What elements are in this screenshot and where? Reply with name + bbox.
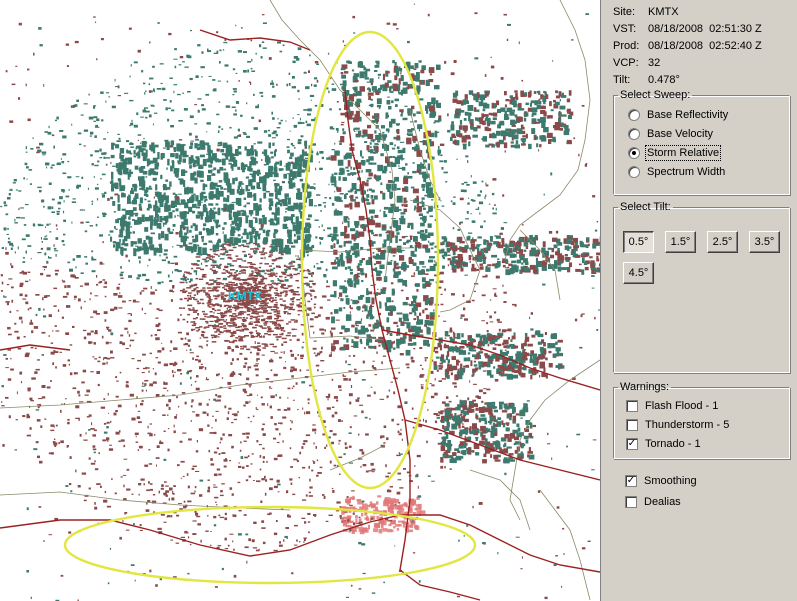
sweep-group-title: Select Sweep: xyxy=(620,89,691,101)
radio-base-velocity[interactable]: Base Velocity xyxy=(628,124,789,143)
info-value: 08/18/2008 02:52:40 Z xyxy=(648,39,762,52)
tilt-button-3-5[interactable]: 3.5° xyxy=(749,231,780,253)
radar-viewer-window: KMTX Site: KMTX VST: 08/18/2008 02:51:30… xyxy=(0,0,797,601)
radar-map[interactable]: KMTX xyxy=(0,0,600,601)
checkbox-label: Dealias xyxy=(644,495,681,508)
checkbox-label: Smoothing xyxy=(644,474,697,487)
tilt-button-4-5[interactable]: 4.5° xyxy=(623,262,654,284)
radio-button[interactable] xyxy=(628,146,640,159)
dealias-toggle[interactable]: Dealias xyxy=(625,492,681,511)
radio-button[interactable] xyxy=(628,165,640,178)
info-value: 08/18/2008 02:51:30 Z xyxy=(648,22,762,35)
tilt-button-0-5[interactable]: 0.5° xyxy=(623,231,654,253)
radio-label: Spectrum Width xyxy=(647,165,726,178)
info-vst: VST: 08/18/2008 02:51:30 Z xyxy=(613,20,793,37)
velocity-returns xyxy=(0,3,600,601)
product-info: Site: KMTX VST: 08/18/2008 02:51:30 Z Pr… xyxy=(613,3,793,88)
info-value: 32 xyxy=(648,56,661,69)
checkbox-label: Tornado - 1 xyxy=(645,437,701,450)
radio-base-reflectivity[interactable]: Base Reflectivity xyxy=(628,105,789,124)
checkbox[interactable] xyxy=(625,495,637,508)
radio-dot xyxy=(632,150,636,155)
sweep-group: Select Sweep: Base Reflectivity Base Vel… xyxy=(613,89,790,195)
info-label: VCP: xyxy=(613,56,639,69)
warning-tornado[interactable]: ✓ Tornado - 1 xyxy=(626,434,789,453)
warnings-group: Warnings: Flash Flood - 1 Thunderstorm -… xyxy=(613,381,790,459)
info-label: Prod: xyxy=(613,39,640,52)
checkbox[interactable]: ✓ xyxy=(626,437,638,450)
info-label: VST: xyxy=(613,22,637,35)
checkbox-label: Flash Flood - 1 xyxy=(645,399,719,412)
station-label: KMTX xyxy=(228,289,262,303)
checkbox-label: Thunderstorm - 5 xyxy=(645,418,730,431)
radio-label: Storm Relative xyxy=(644,144,722,161)
radio-spectrum-width[interactable]: Spectrum Width xyxy=(628,162,789,181)
tilt-group-title: Select Tilt: xyxy=(620,201,671,213)
radio-storm-relative[interactable]: Storm Relative xyxy=(628,143,789,162)
info-label: Site: xyxy=(613,5,636,18)
check-mark-icon: ✓ xyxy=(627,437,637,449)
tilt-button-2-5[interactable]: 2.5° xyxy=(707,231,738,253)
tilt-group: Select Tilt: 0.5° 1.5° 2.5° 3.5° 4.5° xyxy=(613,201,790,373)
info-value: 0.478° xyxy=(648,73,680,86)
checkbox[interactable] xyxy=(626,399,638,412)
info-vcp: VCP: 32 xyxy=(613,54,793,71)
control-panel: Site: KMTX VST: 08/18/2008 02:51:30 Z Pr… xyxy=(600,0,797,601)
smoothing-toggle[interactable]: ✓ Smoothing xyxy=(625,471,697,490)
radio-label: Base Velocity xyxy=(647,127,714,140)
info-label: Tilt: xyxy=(613,73,631,86)
radar-map-canvas[interactable]: KMTX xyxy=(0,0,600,601)
warnings-group-title: Warnings: xyxy=(620,381,670,393)
radio-button[interactable] xyxy=(628,127,640,140)
check-mark-icon: ✓ xyxy=(626,474,636,486)
checkbox[interactable] xyxy=(626,418,638,431)
checkbox[interactable]: ✓ xyxy=(625,474,637,487)
warning-flash-flood[interactable]: Flash Flood - 1 xyxy=(626,396,789,415)
tilt-button-1-5[interactable]: 1.5° xyxy=(665,231,696,253)
info-value: KMTX xyxy=(648,5,679,18)
radio-button[interactable] xyxy=(628,108,640,121)
warning-thunderstorm[interactable]: Thunderstorm - 5 xyxy=(626,415,789,434)
info-tilt: Tilt: 0.478° xyxy=(613,71,793,88)
info-site: Site: KMTX xyxy=(613,3,793,20)
radio-label: Base Reflectivity xyxy=(647,108,729,121)
info-prod: Prod: 08/18/2008 02:52:40 Z xyxy=(613,37,793,54)
